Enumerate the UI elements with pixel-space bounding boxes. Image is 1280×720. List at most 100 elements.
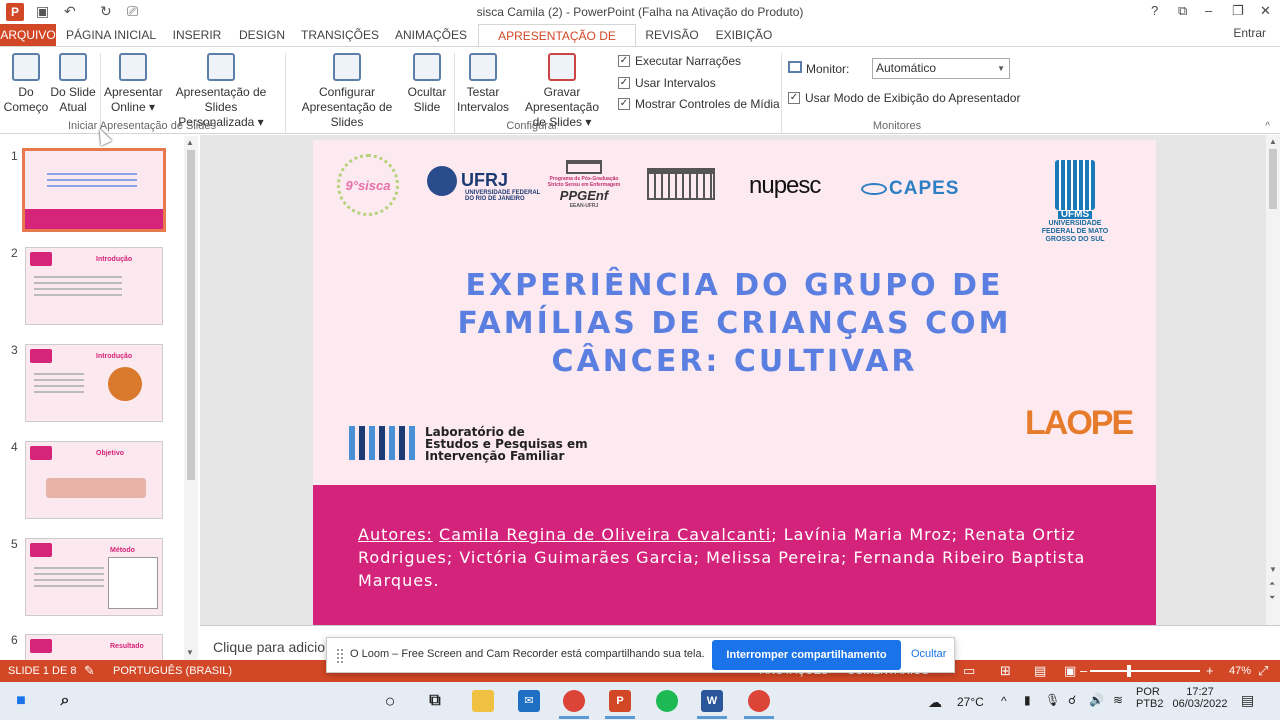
ribbon-display-icon[interactable]: ⧉: [1178, 3, 1187, 19]
previous-slide-icon[interactable]: ⏶: [1269, 579, 1275, 589]
tree-image: [108, 367, 142, 401]
chevron-up-icon[interactable]: ^: [1001, 694, 1007, 708]
author-separator: ;: [693, 548, 707, 567]
close-icon[interactable]: ✕: [1260, 3, 1271, 19]
monitor-label: Monitor:: [806, 62, 850, 76]
presenter-view-checkbox[interactable]: ✓ Usar Modo de Exibição do Apresentador: [788, 90, 1020, 106]
drag-handle-icon[interactable]: [337, 649, 343, 663]
spellcheck-icon[interactable]: ✎: [84, 663, 95, 679]
scrollbar-thumb[interactable]: [187, 150, 195, 480]
minimize-icon[interactable]: –: [1205, 3, 1212, 18]
cortana-icon[interactable]: ○: [379, 690, 401, 712]
loom-sharing-bar: O Loom – Free Screen and Cam Recorder es…: [326, 637, 955, 673]
tray-app-icon[interactable]: ▮: [1024, 693, 1031, 707]
wifi-icon[interactable]: ≋: [1113, 693, 1123, 707]
maximize-icon[interactable]: ❐: [1232, 3, 1244, 19]
tab-inserir[interactable]: INSERIR: [170, 24, 224, 46]
collapse-ribbon-icon[interactable]: ^: [1265, 121, 1270, 132]
show-media-controls-checkbox[interactable]: ✓ Mostrar Controles de Mídia: [618, 96, 780, 112]
mail-icon[interactable]: ✉: [518, 690, 540, 712]
notes-placeholder[interactable]: Clique para adicior: [213, 639, 330, 655]
clock[interactable]: 17:27 06/03/2022: [1172, 686, 1228, 710]
slide-thumbnail-4[interactable]: Objetivo: [25, 441, 163, 519]
tab-design[interactable]: DESIGN: [236, 24, 288, 46]
zoom-level[interactable]: 47%: [1229, 665, 1251, 677]
sign-in-link[interactable]: Entrar: [1233, 26, 1266, 40]
tab-animacoes[interactable]: ANIMAÇÕES: [392, 24, 470, 46]
slide-number: 2: [11, 246, 18, 260]
zoom-in-button[interactable]: +: [1206, 663, 1214, 678]
slide-thumbnail-2[interactable]: Introdução: [25, 247, 163, 325]
zoom-slider[interactable]: [1090, 670, 1200, 672]
tab-revisao[interactable]: REVISÃO: [644, 24, 700, 46]
window-title: sisca Camila (2) - PowerPoint (Falha na …: [476, 5, 804, 19]
author-separator: ;: [446, 548, 460, 567]
normal-view-icon[interactable]: ▭: [963, 663, 975, 679]
slide-thumbnail-5[interactable]: Método: [25, 538, 163, 616]
slide-scrollbar[interactable]: ▲ ▼ ⏶ ⏷: [1266, 135, 1280, 625]
current-slide[interactable]: 9°sisca UFRJ UNIVERSIDADE FEDERAL DO RIO…: [313, 140, 1156, 627]
zoom-out-button[interactable]: –: [1080, 663, 1087, 678]
play-narrations-checkbox[interactable]: ✓ Executar Narrações: [618, 53, 741, 69]
weather-icon[interactable]: ☁: [928, 694, 942, 711]
monitor-select[interactable]: Automático ▼: [872, 58, 1010, 79]
help-icon[interactable]: ?: [1151, 3, 1158, 18]
thumbnail-objective-box: [46, 478, 146, 498]
notification-center-icon[interactable]: ▤: [1241, 692, 1254, 709]
slideshow-view-icon[interactable]: ▣: [1064, 663, 1076, 679]
play-from-start-icon: [12, 53, 40, 81]
tab-arquivo[interactable]: ARQUIVO: [0, 24, 56, 46]
powerpoint-icon[interactable]: P: [605, 690, 635, 719]
loom-message: O Loom – Free Screen and Cam Recorder es…: [350, 648, 705, 660]
tab-transicoes[interactable]: TRANSIÇÕES: [300, 24, 380, 46]
authors-text: Autores: Camila Regina de Oliveira Caval…: [358, 523, 1118, 592]
record-slide-show-button[interactable]: Gravar Apresentação de Slides ▾: [508, 51, 616, 130]
stop-sharing-button[interactable]: Interromper compartilhamento: [712, 640, 901, 670]
use-timings-checkbox[interactable]: ✓ Usar Intervalos: [618, 75, 716, 91]
slide-thumbnail-6[interactable]: Resultado: [25, 634, 163, 660]
rehearse-timings-button[interactable]: Testar Intervalos: [457, 51, 509, 115]
hide-slide-button[interactable]: Ocultar Slide: [404, 51, 450, 115]
slide-thumbnail-3[interactable]: Introdução: [25, 344, 163, 422]
temperature[interactable]: 27°C: [957, 695, 984, 709]
scroll-down-icon[interactable]: ▼: [1269, 565, 1277, 574]
chevron-down-icon: ▼: [997, 64, 1005, 73]
network-icon[interactable]: ☌: [1068, 693, 1076, 707]
search-icon[interactable]: ⌕: [54, 690, 76, 712]
custom-slide-show-button[interactable]: Apresentação de Slides Personalizada ▾: [162, 51, 280, 130]
from-beginning-button[interactable]: Do Começo: [2, 51, 50, 115]
tab-exibicao[interactable]: EXIBIÇÃO: [712, 24, 776, 46]
input-language[interactable]: POR PTB2: [1136, 686, 1164, 710]
slide-thumbnail-1[interactable]: [22, 148, 166, 232]
word-icon[interactable]: W: [697, 690, 727, 719]
present-online-button[interactable]: Apresentar Online ▾: [104, 51, 163, 115]
fit-to-window-icon[interactable]: ⤢: [1258, 663, 1268, 679]
setup-slide-show-button[interactable]: Configurar Apresentação de Slides: [288, 51, 406, 130]
chrome-profile-icon[interactable]: [744, 690, 774, 719]
group-label-start: Iniciar Apresentação de Slides: [68, 120, 216, 132]
scroll-down-icon[interactable]: ▼: [186, 648, 194, 657]
school-building-logo: [647, 168, 715, 200]
language-indicator[interactable]: PORTUGUÊS (BRASIL): [113, 665, 232, 677]
file-explorer-icon[interactable]: [472, 690, 494, 712]
lab-mark-icon: [349, 426, 415, 460]
scroll-up-icon[interactable]: ▲: [1269, 137, 1277, 146]
zoom-slider-handle[interactable]: [1127, 665, 1131, 677]
spotify-icon[interactable]: [656, 690, 678, 712]
microphone-icon[interactable]: 🎙: [1045, 693, 1060, 707]
task-view-icon[interactable]: ⧉: [424, 690, 446, 712]
volume-icon[interactable]: 🔊: [1089, 693, 1104, 707]
tab-pagina-inicial[interactable]: PÁGINA INICIAL: [62, 24, 160, 46]
scrollbar-thumb[interactable]: [1269, 149, 1277, 209]
capes-eye-icon: [861, 182, 887, 195]
chrome-icon[interactable]: [559, 690, 589, 719]
hide-link[interactable]: Ocultar: [911, 648, 946, 660]
from-current-slide-button[interactable]: Do Slide Atual: [49, 51, 97, 115]
reading-view-icon[interactable]: ▤: [1034, 663, 1046, 679]
start-icon[interactable]: ■: [10, 690, 32, 712]
thumbnail-scrollbar[interactable]: ▲ ▼: [184, 136, 198, 660]
scroll-up-icon[interactable]: ▲: [186, 138, 194, 147]
tab-apresentacao-de-slides[interactable]: APRESENTAÇÃO DE SLIDES: [478, 24, 636, 65]
next-slide-icon[interactable]: ⏷: [1269, 593, 1275, 603]
slide-sorter-icon[interactable]: ⊞: [1000, 663, 1011, 679]
